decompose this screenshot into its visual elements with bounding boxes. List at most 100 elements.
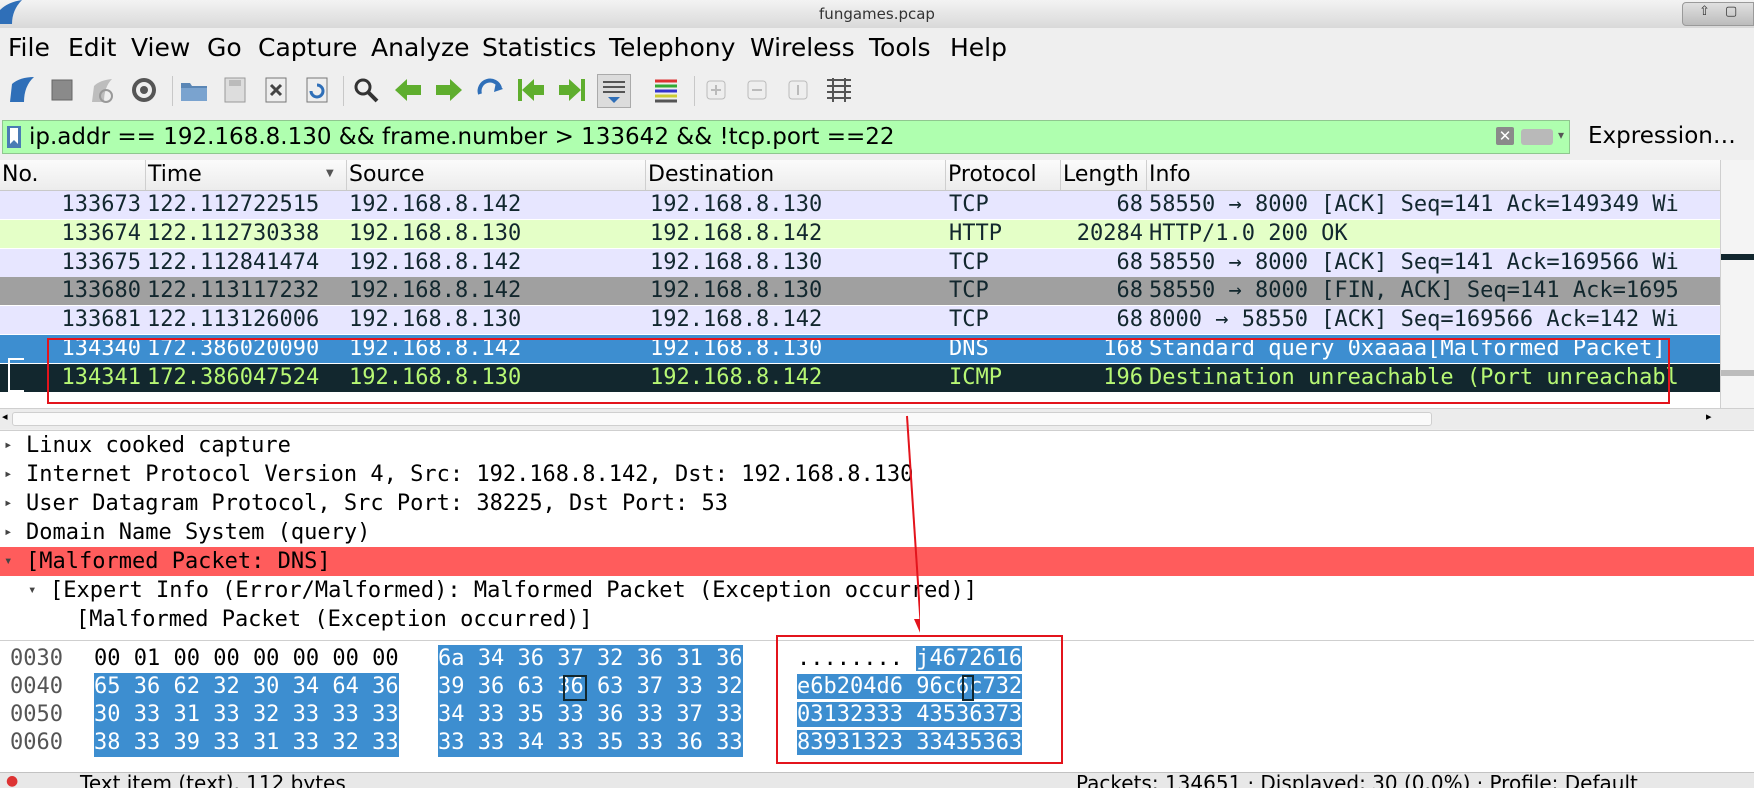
byte-offset[interactable]: 0050: [10, 701, 63, 729]
hex-bytes[interactable]: 30 33 31 33 32 33 33 33: [94, 701, 399, 729]
menu-go[interactable]: Go: [207, 33, 242, 62]
collapse-arrow-icon[interactable]: ▾: [28, 576, 36, 605]
last-packet-icon[interactable]: [556, 74, 588, 106]
menu-file[interactable]: File: [8, 33, 50, 62]
packet-length: 68: [1116, 307, 1144, 333]
bookmark-icon[interactable]: [7, 126, 21, 148]
column-destination[interactable]: Destination: [646, 160, 946, 190]
detail-row[interactable]: ▾ [Malformed Packet: DNS]: [0, 547, 1754, 576]
close-file-icon[interactable]: [260, 74, 292, 106]
filter-history-dropdown-icon[interactable]: ▾: [1558, 128, 1564, 142]
menu-telephony[interactable]: Telephony: [609, 33, 735, 62]
display-filter-bar: ip.addr == 192.168.8.130 && frame.number…: [0, 118, 1754, 156]
open-folder-icon[interactable]: [178, 74, 210, 106]
column-time[interactable]: Time: [146, 160, 347, 190]
menu-edit[interactable]: Edit: [68, 33, 116, 62]
clear-filter-icon[interactable]: ✕: [1496, 127, 1514, 145]
status-left-text: Text item (text), 112 bytes: [80, 772, 346, 788]
byte-cursor: [563, 675, 587, 701]
byte-offset[interactable]: 0060: [10, 729, 63, 757]
expand-arrow-icon[interactable]: ▸: [4, 489, 12, 518]
menu-statistics[interactable]: Statistics: [482, 33, 596, 62]
packet-details[interactable]: ▸ Linux cooked capture ▸ Internet Protocol …: [0, 430, 1754, 641]
packet-info: HTTP/1.0 200 OK: [1149, 220, 1348, 246]
detail-row[interactable]: [Malformed Packet (Exception occurred)]: [0, 605, 1754, 634]
go-to-packet-icon[interactable]: [474, 74, 506, 106]
packet-row[interactable]: 133680 122.113117232 192.168.8.142 192.168.…: [0, 277, 1720, 306]
packet-list-header: No. Time ▼ Source Destination Protocol L…: [0, 160, 1720, 191]
hex-bytes[interactable]: 38 33 39 33 31 33 32 33: [94, 729, 399, 757]
zoom-in-icon[interactable]: [700, 74, 732, 106]
reload-icon[interactable]: [301, 74, 333, 106]
scroll-thumb[interactable]: [12, 412, 1432, 426]
go-back-icon[interactable]: [392, 74, 424, 106]
detail-text: Domain Name System (query): [26, 520, 371, 545]
expand-arrow-icon[interactable]: ▸: [4, 431, 12, 460]
options-gear-icon[interactable]: [128, 74, 160, 106]
packet-row[interactable]: 133673 122.112722515 192.168.8.142 192.168.…: [0, 191, 1720, 219]
restart-icon[interactable]: [86, 74, 118, 106]
hex-bytes[interactable]: 00 01 00 00 00 00 00 00: [94, 645, 399, 673]
expert-info-icon[interactable]: ●: [6, 773, 18, 788]
resize-columns-icon[interactable]: [823, 74, 855, 106]
menu-analyze[interactable]: Analyze: [371, 33, 470, 62]
sort-descending-icon: ▼: [326, 168, 334, 179]
packet-row[interactable]: 133675 122.112841474 192.168.8.142 192.168.…: [0, 248, 1720, 277]
packet-row[interactable]: 133674 122.112730338 192.168.8.130 192.168.…: [0, 219, 1720, 248]
apply-filter-icon[interactable]: [1521, 129, 1553, 145]
detail-row[interactable]: ▸ Linux cooked capture: [0, 431, 1754, 460]
column-info[interactable]: Info: [1147, 160, 1720, 190]
main-toolbar: [0, 68, 1754, 114]
scroll-right-icon[interactable]: ▸: [1706, 410, 1712, 423]
packet-length: 20284: [1076, 220, 1143, 246]
menu-tools[interactable]: Tools: [869, 33, 931, 62]
detail-row[interactable]: ▸ User Datagram Protocol, Src Port: 38225…: [0, 489, 1754, 518]
menu-help[interactable]: Help: [950, 33, 1007, 62]
packet-list-horizontal-scrollbar[interactable]: ◂ ▸: [0, 408, 1754, 429]
shark-fin-start-icon[interactable]: [6, 74, 38, 106]
zoom-out-icon[interactable]: [741, 74, 773, 106]
find-icon[interactable]: [350, 74, 382, 106]
detail-text: [Expert Info (Error/Malformed): Malforme…: [50, 578, 978, 603]
scroll-left-icon[interactable]: ◂: [2, 410, 8, 423]
collapse-arrow-icon[interactable]: ▾: [4, 547, 12, 576]
hex-bytes[interactable]: 33 33 34 33 35 33 36 33: [438, 729, 743, 757]
byte-offset[interactable]: 0030: [10, 645, 63, 673]
related-packet-bracket-icon: [8, 358, 24, 392]
detail-row[interactable]: ▸ Internet Protocol Version 4, Src: 192.1…: [0, 460, 1754, 489]
highlight-box-packets: [47, 338, 1670, 404]
byte-offset[interactable]: 0040: [10, 673, 63, 701]
first-packet-icon[interactable]: [515, 74, 547, 106]
menu-view[interactable]: View: [131, 33, 190, 62]
column-source[interactable]: Source: [347, 160, 646, 190]
autoscroll-icon[interactable]: [597, 74, 631, 108]
expand-arrow-icon[interactable]: ▸: [4, 518, 12, 547]
column-no[interactable]: No.: [0, 160, 146, 190]
packet-row[interactable]: 133681 122.113126006 192.168.8.130 192.168.…: [0, 306, 1720, 335]
colorize-icon[interactable]: [650, 74, 682, 106]
detail-row[interactable]: ▾ [Expert Info (Error/Malformed): Malform…: [0, 576, 1754, 605]
column-length[interactable]: Length: [1061, 160, 1147, 190]
expression-button[interactable]: Expression…: [1588, 123, 1736, 149]
menu-capture[interactable]: Capture: [258, 33, 357, 62]
save-file-icon[interactable]: [219, 74, 251, 106]
restore-icon[interactable]: ▢: [1725, 4, 1737, 19]
hex-bytes[interactable]: 65 36 62 32 30 34 64 36: [94, 673, 399, 701]
go-forward-icon[interactable]: [433, 74, 465, 106]
packet-list-vertical-scrollbar[interactable]: [1720, 160, 1754, 408]
detail-row[interactable]: ▸ Domain Name System (query): [0, 518, 1754, 547]
maximize-icon[interactable]: ⇧: [1699, 4, 1710, 19]
column-protocol[interactable]: Protocol: [946, 160, 1061, 190]
hex-bytes[interactable]: 39 36 63 36 63 37 33 32: [438, 673, 743, 701]
expand-arrow-icon[interactable]: ▸: [4, 460, 12, 489]
normal-size-icon[interactable]: [782, 74, 814, 106]
packet-info: 8000 → 58550 [ACK] Seq=169566 Ack=142 Wi: [1149, 307, 1679, 333]
filter-text[interactable]: ip.addr == 192.168.8.130 && frame.number…: [29, 124, 895, 150]
hex-bytes[interactable]: 6a 34 36 37 32 36 31 36: [438, 645, 743, 673]
window-controls[interactable]: ⇧ ▢: [1682, 2, 1754, 26]
display-filter-input[interactable]: ip.addr == 192.168.8.130 && frame.number…: [2, 120, 1570, 154]
hex-bytes[interactable]: 34 33 35 33 36 33 37 33: [438, 701, 743, 729]
toolbar-separator: [343, 76, 344, 106]
menu-wireless[interactable]: Wireless: [750, 33, 855, 62]
stop-icon[interactable]: [46, 74, 78, 106]
